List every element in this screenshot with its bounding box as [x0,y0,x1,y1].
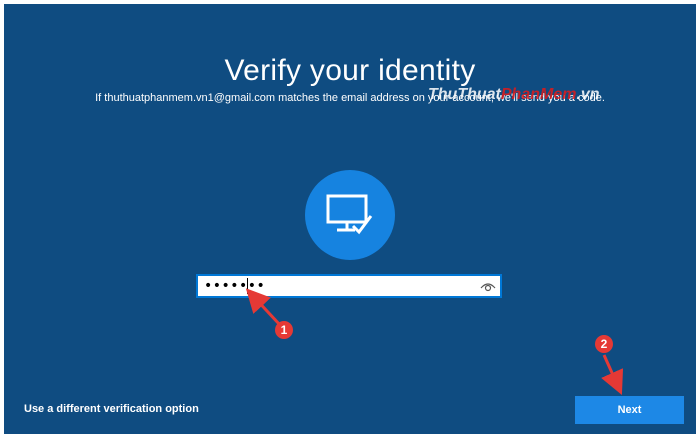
annotation-marker-1: 1 [275,321,293,339]
watermark-part-3: .vn [576,86,600,103]
verification-code-input[interactable]: ••••••• [196,274,502,298]
page-title: Verify your identity [224,54,476,87]
computer-check-icon [326,194,373,235]
next-button[interactable]: Next [575,396,684,424]
watermark-part-2: PhanMem [500,86,577,103]
annotation-arrow-1 [245,288,282,327]
verification-code-value: ••••••• [204,278,266,294]
watermark: ThuThuatPhanMem.vn [428,86,600,104]
different-verification-option-link[interactable]: Use a different verification option [24,403,199,415]
annotation-arrow-2 [601,354,624,395]
annotation-marker-2: 2 [595,335,613,353]
eye-icon[interactable] [480,279,496,298]
watermark-part-1: ThuThuat [428,86,501,103]
text-caret [247,278,248,294]
screen: Verify your identity If thuthuatphanmem.… [4,4,696,434]
verify-device-badge [305,170,395,260]
